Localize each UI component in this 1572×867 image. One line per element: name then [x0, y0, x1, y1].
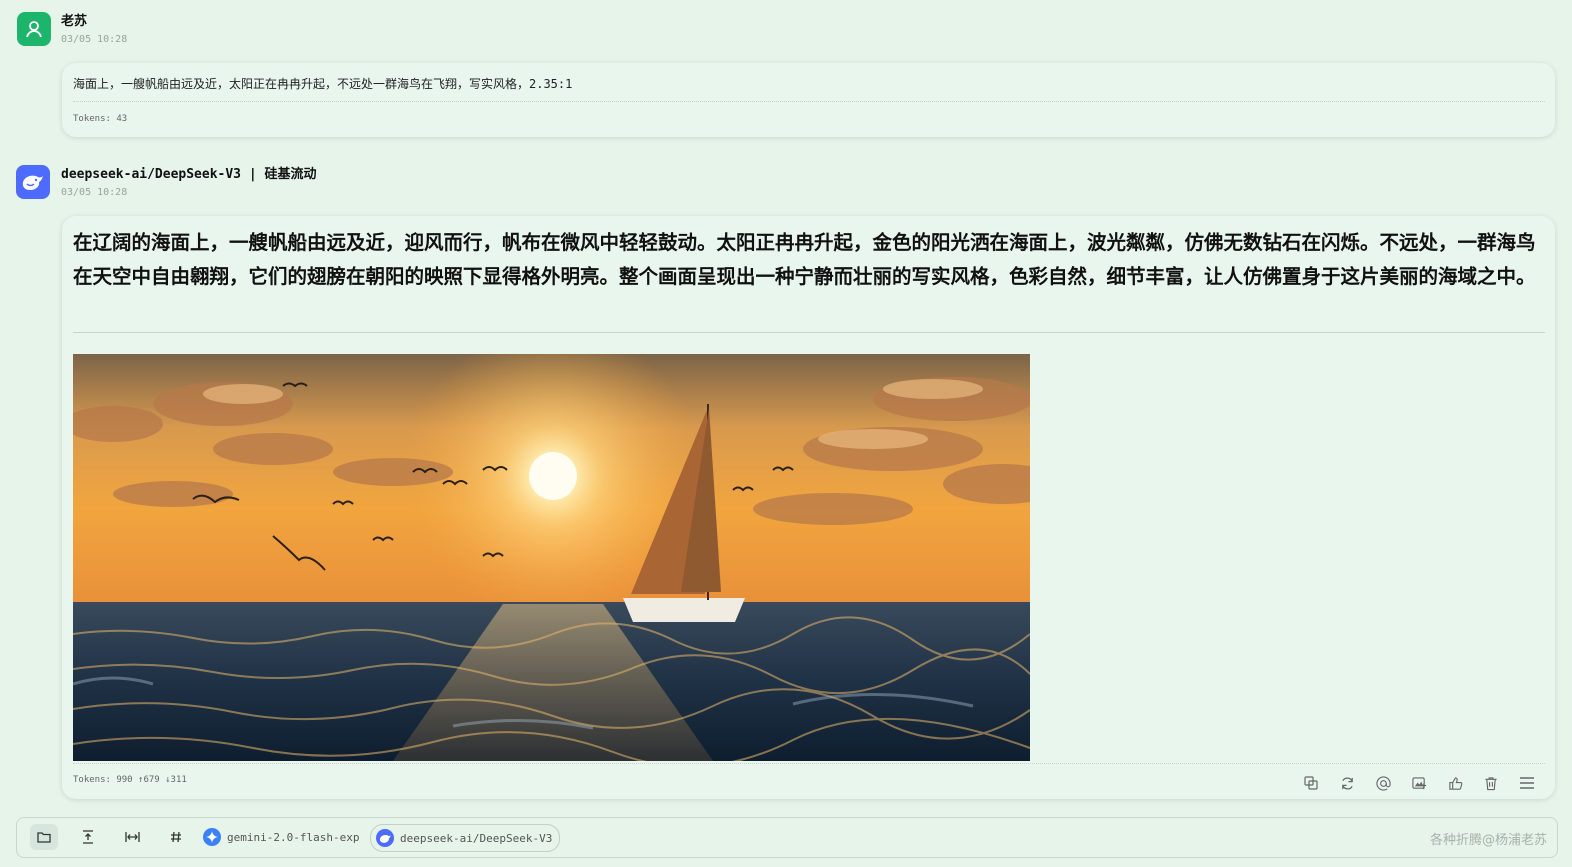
copy-icon[interactable]: [1301, 773, 1321, 793]
width-icon[interactable]: [118, 824, 146, 850]
bot-name: deepseek-ai/DeepSeek-V3 | 硅基流动: [61, 167, 317, 182]
user-name: 老苏: [61, 14, 88, 29]
deepseek-whale-icon: [22, 175, 43, 190]
input-toolbar: gemini-2.0-flash-exp deepseek-ai/DeepSee…: [16, 817, 1558, 858]
text-cursor-icon[interactable]: [74, 824, 102, 850]
user-icon: [26, 21, 42, 38]
user-token-count: Tokens: 43: [73, 114, 128, 124]
delete-icon[interactable]: [1481, 773, 1501, 793]
bot-message-card: 在辽阔的海面上，一艘帆船由远及近，迎风而行，帆布在微风中轻轻鼓动。太阳正冉冉升起…: [62, 216, 1555, 799]
bot-timestamp: 03/05 10:28: [61, 187, 128, 198]
folder-icon[interactable]: [30, 824, 58, 850]
model-deepseek[interactable]: deepseek-ai/DeepSeek-V3: [370, 824, 561, 852]
deepseek-avatar: [16, 165, 50, 199]
mention-icon[interactable]: [1373, 773, 1393, 793]
image-translate-icon[interactable]: [1409, 773, 1429, 793]
bot-message-text: 在辽阔的海面上，一艘帆船由远及近，迎风而行，帆布在微风中轻轻鼓动。太阳正冉冉升起…: [73, 231, 1536, 288]
model-label: deepseek-ai/DeepSeek-V3: [400, 831, 553, 845]
divider: [73, 101, 1545, 102]
user-avatar: [17, 12, 51, 46]
hash-icon[interactable]: [162, 824, 190, 850]
user-message-card: 海面上，一艘帆船由远及近，太阳正在冉冉升起，不远处一群海鸟在飞翔，写实风格，2.…: [62, 63, 1555, 137]
divider: [73, 332, 1545, 333]
menu-icon[interactable]: [1517, 773, 1537, 793]
bot-token-count: Tokens: 990 ↑679 ↓311: [73, 775, 187, 785]
deepseek-icon: [376, 829, 394, 847]
watermark: 各种折腾@杨浦老苏: [1429, 833, 1547, 848]
message-actions: [1301, 773, 1537, 793]
model-gemini[interactable]: gemini-2.0-flash-exp: [203, 824, 359, 850]
regenerate-icon[interactable]: [1337, 773, 1357, 793]
model-label: gemini-2.0-flash-exp: [227, 830, 360, 844]
generated-sailboat-image[interactable]: [73, 354, 1030, 761]
divider: [73, 763, 1545, 764]
user-message-text: 海面上，一艘帆船由远及近，太阳正在冉冉升起，不远处一群海鸟在飞翔，写实风格，2.…: [73, 77, 573, 91]
user-timestamp: 03/05 10:28: [61, 34, 128, 45]
gemini-icon: [203, 828, 221, 846]
thumbs-up-icon[interactable]: [1445, 773, 1465, 793]
